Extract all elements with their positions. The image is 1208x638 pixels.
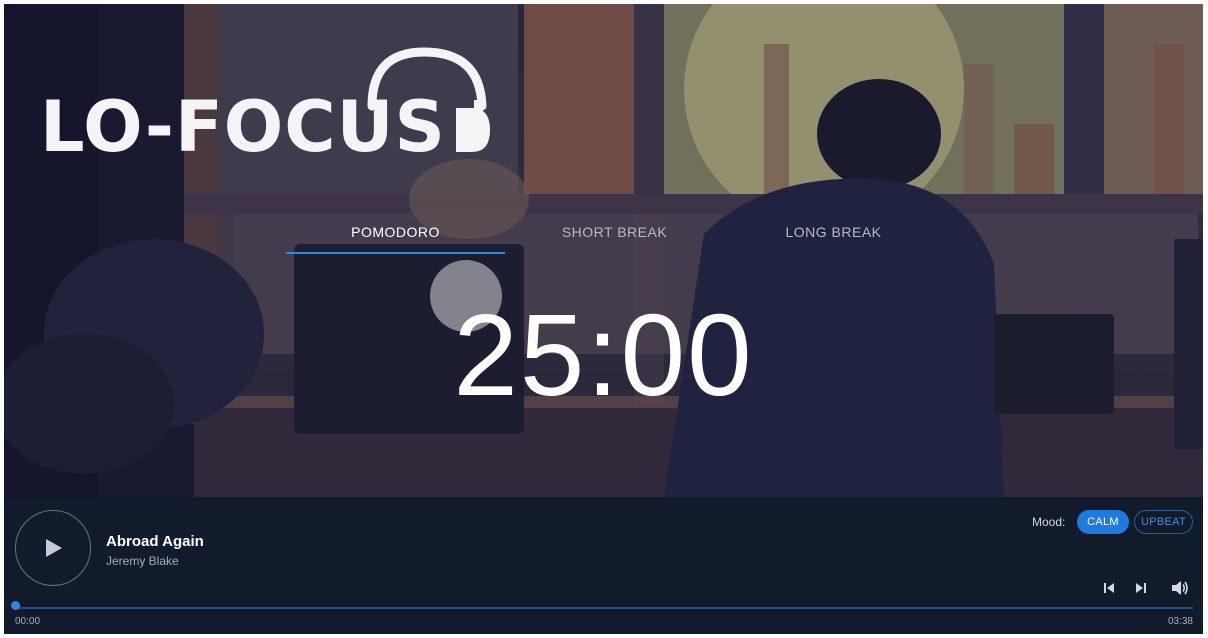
mood-upbeat-button[interactable]: UPBEAT	[1134, 510, 1193, 534]
track-artist: Jeremy Blake	[106, 554, 179, 568]
skip-next-button[interactable]	[1131, 578, 1151, 598]
track-duration: 03:38	[1167, 616, 1193, 627]
play-button[interactable]	[15, 510, 91, 586]
skip-next-icon	[1136, 583, 1146, 593]
tab-short-break[interactable]: SHORT BREAK	[505, 212, 724, 254]
tab-long-break[interactable]: LONG BREAK	[724, 212, 943, 254]
mood-calm-button[interactable]: CALM	[1077, 510, 1129, 534]
play-icon	[46, 539, 62, 557]
skip-previous-button[interactable]	[1099, 578, 1119, 598]
timer-display: 25:00	[453, 290, 754, 420]
app-window: LO-FOCUS POMODORO SHORT BREAK LONG BREAK…	[4, 4, 1203, 634]
hero-section: LO-FOCUS POMODORO SHORT BREAK LONG BREAK…	[4, 4, 1203, 497]
progress-bar[interactable]	[15, 607, 1193, 609]
current-time: 00:00	[15, 616, 41, 627]
mood-label: Mood:	[1032, 515, 1066, 529]
volume-icon	[1172, 581, 1188, 595]
volume-button[interactable]	[1170, 578, 1190, 598]
skip-previous-icon	[1104, 583, 1114, 593]
tab-pomodoro[interactable]: POMODORO	[286, 212, 505, 254]
track-title: Abroad Again	[106, 533, 204, 550]
timer-mode-tabs: POMODORO SHORT BREAK LONG BREAK	[286, 212, 944, 256]
music-player: Abroad Again Jeremy Blake Mood: CALM UPB…	[4, 497, 1203, 634]
brand-name: LO-FOCUS	[40, 86, 446, 168]
progress-handle[interactable]	[11, 601, 20, 610]
